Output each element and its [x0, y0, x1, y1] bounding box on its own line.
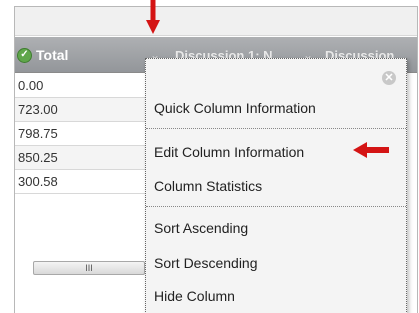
column-header-total[interactable]: ✓ Total — [17, 37, 147, 73]
table-row[interactable]: 0.00 — [15, 74, 145, 98]
menu-divider — [146, 206, 406, 207]
check-circle-icon: ✓ — [17, 47, 32, 63]
toolbar-strip — [15, 7, 417, 36]
grade-cell: 300.58 — [18, 174, 58, 189]
grade-cell: 850.25 — [18, 150, 58, 165]
menu-item-quick-column-information[interactable]: Quick Column Information — [146, 97, 406, 119]
red-arrow-left-icon — [353, 142, 389, 158]
table-row[interactable]: 798.75 — [15, 122, 145, 146]
grade-cell: 0.00 — [18, 78, 44, 93]
grade-cell: 723.00 — [18, 102, 58, 117]
menu-divider — [146, 128, 406, 129]
total-column-cells: 0.00 723.00 798.75 850.25 300.58 — [15, 74, 145, 194]
table-row[interactable]: 850.25 — [15, 146, 145, 170]
menu-item-sort-ascending[interactable]: Sort Ascending — [146, 217, 406, 239]
close-icon[interactable]: ✕ — [382, 71, 396, 85]
menu-item-hide-column[interactable]: Hide Column — [146, 285, 406, 307]
column-context-menu: ✕ Quick Column Information Edit Column I… — [145, 58, 407, 313]
menu-item-column-statistics[interactable]: Column Statistics — [146, 175, 406, 197]
grade-cell: 798.75 — [18, 126, 58, 141]
menu-item-sort-descending[interactable]: Sort Descending — [146, 252, 406, 274]
table-row[interactable]: 723.00 — [15, 98, 145, 122]
table-row[interactable]: 300.58 — [15, 170, 145, 194]
red-arrow-down-icon — [146, 0, 160, 34]
column-header-total-label: Total — [36, 47, 69, 63]
scrollbar-grip: III — [85, 263, 93, 273]
horizontal-scrollbar[interactable]: III — [33, 261, 145, 275]
